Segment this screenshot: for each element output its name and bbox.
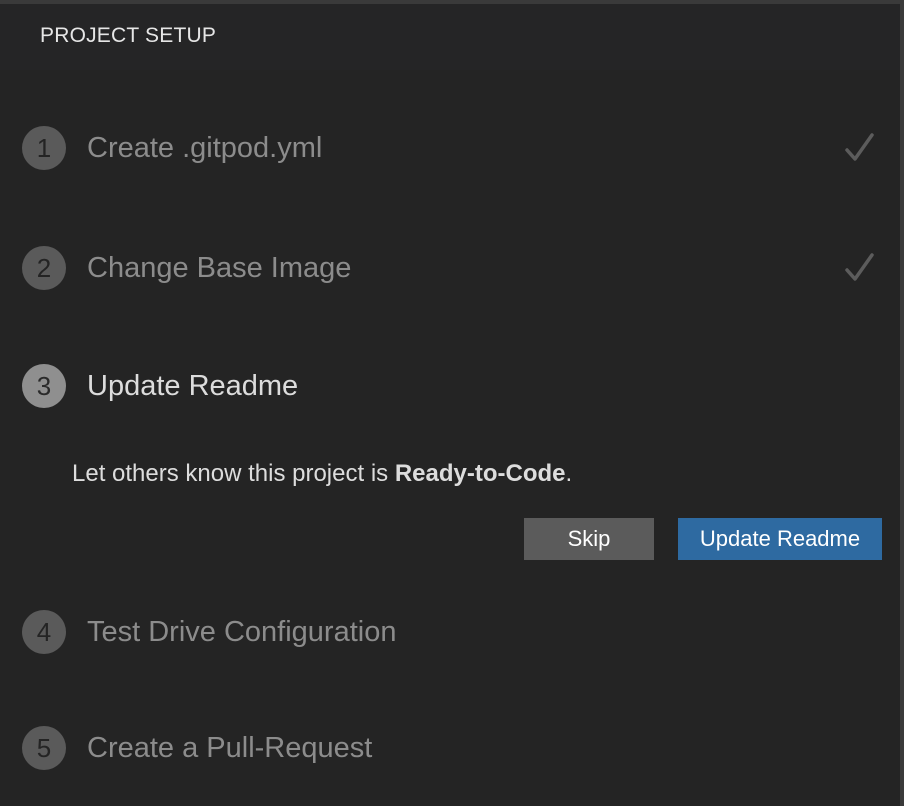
- check-icon: [845, 133, 874, 161]
- description-suffix: .: [565, 460, 573, 487]
- step-number-badge: 4: [22, 610, 66, 654]
- steps-list: 1 Create .gitpod.yml 2 Change Base Image…: [0, 70, 900, 806]
- step-label: Create .gitpod.yml: [87, 132, 323, 164]
- description-highlight: Ready-to-Code: [394, 460, 566, 487]
- step-number-badge: 5: [22, 726, 66, 770]
- step-label: Update Readme: [87, 370, 299, 402]
- project-setup-panel: PROJECT SETUP 1 Create .gitpod.yml 2 Cha…: [0, 0, 904, 806]
- check-icon: [845, 253, 874, 281]
- step-label: Test Drive Configuration: [87, 616, 397, 648]
- step-number-badge: 2: [22, 246, 66, 290]
- step-label: Change Base Image: [87, 252, 352, 284]
- description-text: Let others know this project is: [72, 460, 395, 487]
- step-label: Create a Pull-Request: [87, 732, 373, 764]
- step-number-badge: 1: [22, 126, 66, 170]
- panel-header: PROJECT SETUP: [0, 4, 900, 70]
- skip-button[interactable]: Skip: [524, 518, 654, 560]
- step-number-badge: 3: [22, 364, 66, 408]
- update-readme-button[interactable]: Update Readme: [678, 518, 882, 560]
- panel-title: PROJECT SETUP: [40, 24, 217, 47]
- step-description: Let others know this project is Ready-to…: [72, 460, 572, 488]
